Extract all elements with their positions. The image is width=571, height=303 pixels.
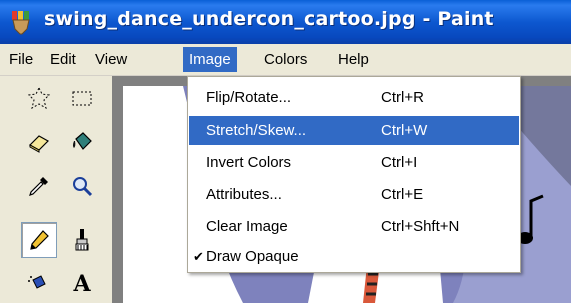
paint-brush-icon[interactable] — [9, 9, 33, 35]
check-icon: ✔ — [193, 249, 204, 264]
menu-item-attributes[interactable]: Attributes... Ctrl+E — [189, 180, 519, 209]
rect-select-icon — [72, 91, 92, 106]
window-title: swing_dance_undercon_cartoo.jpg - Paint — [44, 8, 494, 30]
magnifier-icon — [73, 177, 93, 197]
text-icon: A — [73, 271, 91, 297]
fill-bucket-icon — [73, 132, 92, 150]
menu-item-stretch-skew[interactable]: Stretch/Skew... Ctrl+W — [189, 116, 519, 145]
brush-icon — [75, 229, 89, 251]
pick-color-tool[interactable] — [21, 168, 57, 204]
menu-item-clear-image[interactable]: Clear Image Ctrl+Shft+N — [189, 212, 519, 241]
airbrush-tool[interactable] — [21, 266, 57, 302]
rect-select-tool[interactable] — [64, 80, 100, 116]
eraser-icon — [29, 135, 49, 153]
menu-image[interactable]: Image — [183, 47, 237, 72]
menu-file[interactable]: File — [3, 47, 39, 72]
menu-bar: File Edit View Image Colors Help — [0, 44, 571, 76]
pick-color-icon — [29, 177, 48, 196]
toolbox: A — [0, 76, 112, 303]
paint-window: swing_dance_undercon_cartoo.jpg - Paint … — [0, 0, 571, 303]
menu-edit[interactable]: Edit — [44, 47, 82, 72]
free-form-select-tool[interactable] — [21, 80, 57, 116]
menu-item-flip-rotate[interactable]: Flip/Rotate... Ctrl+R — [189, 83, 519, 112]
menu-colors[interactable]: Colors — [258, 47, 313, 72]
text-tool[interactable]: A — [64, 266, 100, 302]
magnifier-tool[interactable] — [64, 168, 100, 204]
brush-tool[interactable] — [64, 222, 100, 258]
eraser-tool[interactable] — [21, 124, 57, 160]
title-bar[interactable]: swing_dance_undercon_cartoo.jpg - Paint — [0, 0, 571, 44]
image-menu-dropdown: Flip/Rotate... Ctrl+R Stretch/Skew... Ct… — [187, 76, 521, 273]
pencil-icon — [30, 230, 49, 250]
pencil-tool[interactable] — [21, 222, 57, 258]
menu-view[interactable]: View — [89, 47, 133, 72]
free-form-select-icon — [28, 87, 50, 109]
menu-help[interactable]: Help — [332, 47, 375, 72]
menu-item-draw-opaque[interactable]: ✔ Draw Opaque — [189, 242, 519, 271]
menu-item-invert-colors[interactable]: Invert Colors Ctrl+I — [189, 148, 519, 177]
fill-bucket-tool[interactable] — [64, 124, 100, 160]
airbrush-icon — [28, 275, 46, 289]
